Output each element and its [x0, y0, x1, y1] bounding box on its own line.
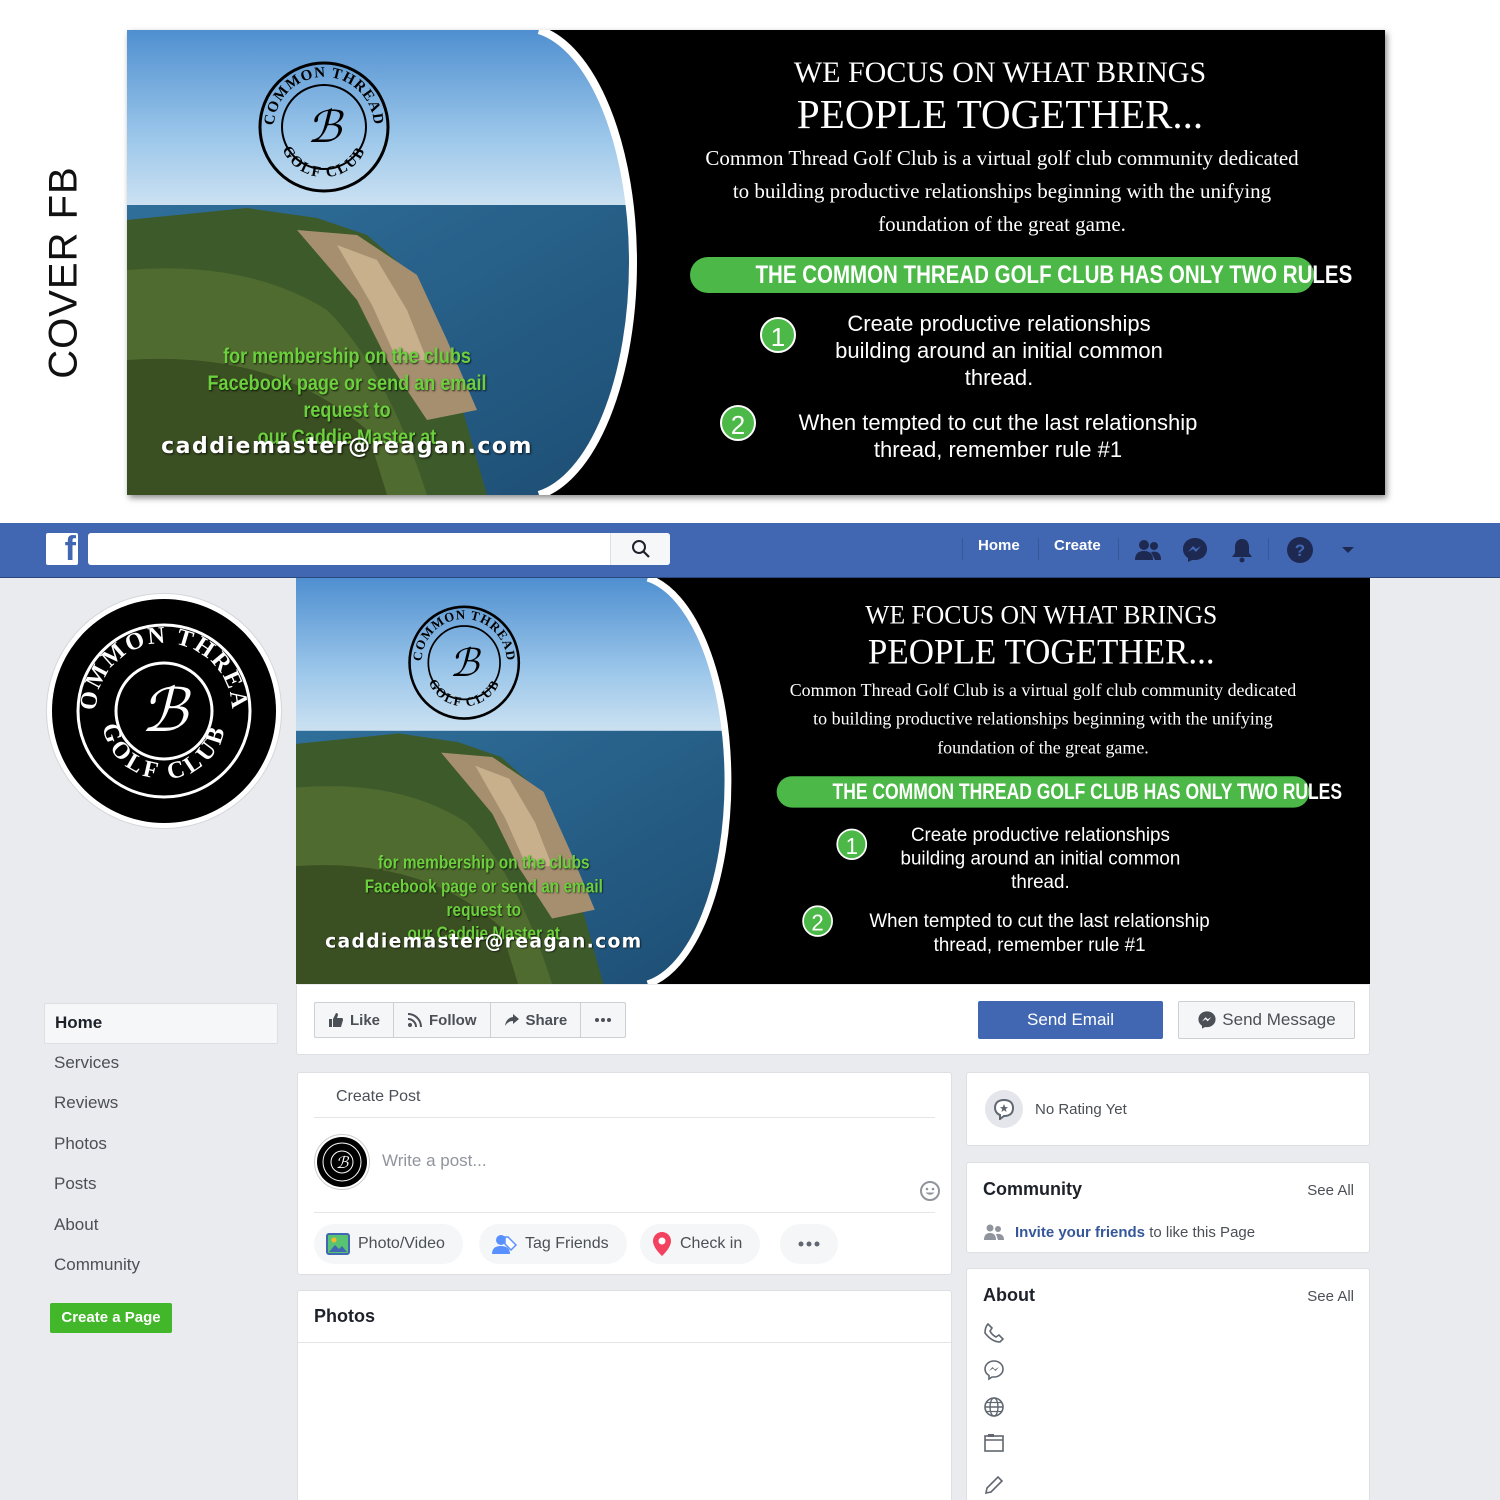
community-card: Community See All Invite your friends to… — [966, 1162, 1370, 1253]
rule-2-text: When tempted to cut the last relationshi… — [798, 410, 1198, 462]
emoji-icon[interactable] — [919, 1180, 941, 1207]
cover-design-fb: COMMON THREAD GOLF CLUB ℬ for membership… — [296, 578, 1370, 984]
svg-text:ℬ: ℬ — [307, 103, 345, 152]
rating-icon — [985, 1090, 1023, 1128]
nav-create[interactable]: Create — [1054, 537, 1101, 554]
invite-friends-row: Invite your friends to like this Page — [983, 1223, 1255, 1241]
community-title[interactable]: Community — [983, 1179, 1082, 1200]
cover-headline-2: PEOPLE TOGETHER... — [796, 91, 1204, 137]
rules-banner: THE COMMON THREAD GOLF CLUB HAS ONLY TWO… — [776, 776, 1342, 808]
svg-text:ℬ: ℬ — [336, 1155, 350, 1172]
more-post-options-button[interactable] — [780, 1224, 838, 1264]
share-button[interactable]: Share — [491, 1003, 582, 1037]
sidebar-item-photos[interactable]: Photos — [44, 1125, 278, 1166]
rule-number-1: 1 — [760, 317, 796, 353]
sidebar-item-services[interactable]: Services — [44, 1044, 278, 1085]
edit-icon — [984, 1475, 1004, 1495]
caddie-email: caddiemaster@reagan.com — [325, 930, 643, 953]
rating-status: No Rating Yet — [1035, 1101, 1127, 1118]
search-icon — [631, 540, 650, 558]
send-message-button[interactable]: Send Message — [1178, 1001, 1355, 1039]
check-in-button[interactable]: Check in — [640, 1224, 761, 1264]
profile-picture[interactable]: COMMON THREAD GOLF CLUB ℬ — [47, 594, 281, 828]
rule-1-text: Create productive relationships building… — [900, 823, 1181, 893]
cover-design: COMMON THREAD GOLF CLUB ℬ for membership… — [127, 30, 1385, 495]
create-page-button[interactable]: Create a Page — [50, 1303, 172, 1333]
sidebar-item-community[interactable]: Community — [44, 1246, 278, 1287]
ellipsis-icon — [798, 1241, 820, 1247]
rule-number-1: 1 — [836, 828, 868, 861]
page-sidebar-nav: Home Services Reviews Photos Posts About… — [44, 1003, 278, 1287]
rule-1-text: Create productive relationships building… — [835, 311, 1163, 390]
sidebar-item-about[interactable]: About — [44, 1206, 278, 1247]
sidebar-item-home[interactable]: Home — [44, 1003, 278, 1044]
svg-text:ℬ: ℬ — [140, 678, 191, 744]
search-input[interactable] — [88, 533, 670, 565]
club-logo-large: COMMON THREAD GOLF CLUB ℬ — [52, 599, 276, 823]
about-title[interactable]: About — [983, 1285, 1035, 1306]
page-cover-photo[interactable]: COMMON THREAD GOLF CLUB ℬ for membership… — [296, 578, 1370, 984]
cover-description: Common Thread Golf Club is a virtual gol… — [705, 146, 1299, 236]
photos-title[interactable]: Photos — [314, 1306, 375, 1327]
cover-headline-1: WE FOCUS ON WHAT BRINGS — [865, 600, 1218, 630]
search-button[interactable] — [610, 533, 670, 565]
rating-card: No Rating Yet — [966, 1072, 1370, 1146]
help-icon[interactable]: ? — [1284, 534, 1316, 566]
nav-home[interactable]: Home — [978, 537, 1020, 554]
avatar: ℬ — [314, 1134, 370, 1190]
photos-card: Photos — [297, 1290, 952, 1500]
ellipsis-icon — [595, 1018, 612, 1022]
caddie-email: caddiemaster@reagan.com — [161, 434, 533, 459]
cover-headline-2: PEOPLE TOGETHER... — [867, 631, 1215, 672]
cover-preview: COMMON THREAD GOLF CLUB ℬ for membership… — [127, 30, 1385, 495]
tag-friends-button[interactable]: Tag Friends — [479, 1224, 627, 1264]
cover-description: Common Thread Golf Club is a virtual gol… — [789, 679, 1297, 758]
rule-2-text: When tempted to cut the last relationshi… — [869, 909, 1210, 956]
sidebar-item-posts[interactable]: Posts — [44, 1165, 278, 1206]
facebook-logo[interactable]: f — [46, 530, 78, 568]
sidebar-item-reviews[interactable]: Reviews — [44, 1084, 278, 1125]
about-card: About See All — [966, 1268, 1370, 1500]
category-icon — [984, 1434, 1004, 1452]
svg-text:ℬ: ℬ — [449, 642, 482, 684]
thumbs-up-icon — [329, 1013, 343, 1027]
write-post-input[interactable]: Write a post... — [382, 1151, 487, 1171]
club-logo: COMMON THREAD GOLF CLUB ℬ — [258, 61, 390, 193]
about-see-all-link[interactable]: See All — [1307, 1288, 1354, 1305]
follow-button[interactable]: Follow — [394, 1003, 491, 1037]
friends-icon — [984, 1224, 1004, 1240]
notifications-icon[interactable] — [1226, 534, 1258, 566]
page-action-buttons: Like Follow Share — [314, 1002, 627, 1038]
svg-text:?: ? — [1295, 541, 1305, 560]
more-options-button[interactable] — [581, 1003, 625, 1037]
cover-headline-1: WE FOCUS ON WHAT BRINGS — [793, 56, 1207, 89]
page-actions-bar: Like Follow Share Send Email Send Messag… — [296, 985, 1370, 1055]
like-button[interactable]: Like — [315, 1003, 395, 1037]
cover-fb-label: COVER FB — [41, 166, 86, 379]
messenger-icon — [984, 1360, 1004, 1381]
messenger-icon — [1198, 1011, 1216, 1029]
friends-icon[interactable] — [1132, 534, 1164, 566]
photo-video-button[interactable]: Photo/Video — [314, 1224, 463, 1264]
location-pin-icon — [653, 1232, 671, 1256]
create-post-card: Create Post ℬ Write a post... Photo/Vide… — [297, 1072, 952, 1275]
invite-friends-link[interactable]: Invite your friends — [1015, 1224, 1145, 1241]
club-logo: COMMON THREAD GOLF CLUB ℬ — [408, 605, 521, 720]
share-arrow-icon — [504, 1014, 519, 1026]
community-see-all-link[interactable]: See All — [1307, 1182, 1354, 1199]
messenger-icon[interactable] — [1179, 534, 1211, 566]
rules-banner: THE COMMON THREAD GOLF CLUB HAS ONLY TWO… — [690, 257, 1352, 293]
dropdown-caret-icon[interactable] — [1332, 534, 1364, 566]
facebook-topbar: f Home Create ? — [0, 523, 1500, 578]
rss-icon — [407, 1013, 423, 1028]
send-email-button[interactable]: Send Email — [978, 1001, 1163, 1039]
tag-friends-icon — [492, 1235, 517, 1254]
phone-icon — [984, 1322, 1005, 1343]
globe-icon — [984, 1397, 1004, 1417]
create-post-title[interactable]: Create Post — [336, 1088, 420, 1106]
photo-icon — [326, 1233, 350, 1255]
rule-number-2: 2 — [720, 405, 756, 441]
rule-number-2: 2 — [802, 905, 833, 937]
